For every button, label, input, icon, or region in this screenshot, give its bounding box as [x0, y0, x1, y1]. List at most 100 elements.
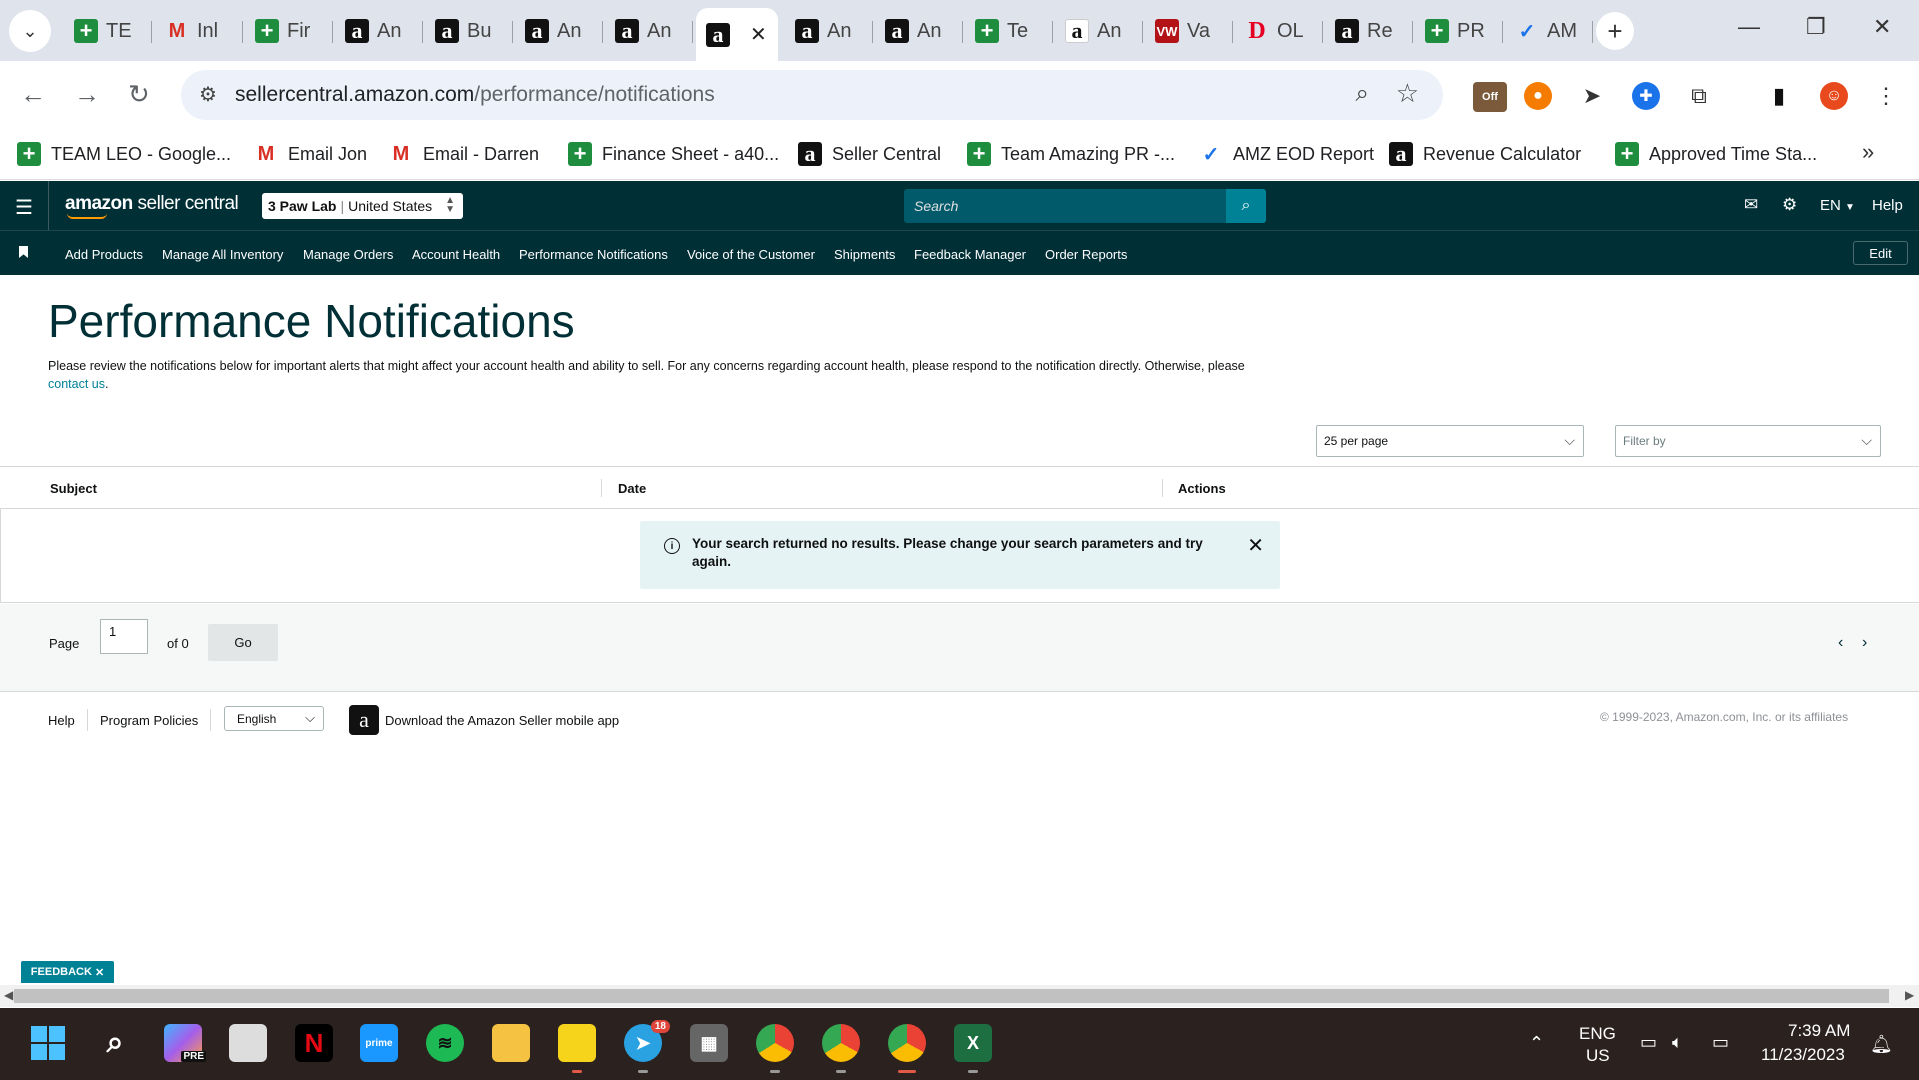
tab[interactable]: a An	[875, 8, 963, 54]
search-icon[interactable]: ⌕	[96, 1024, 134, 1062]
tab[interactable]: + Fir	[245, 8, 333, 54]
back-icon[interactable]: ←	[20, 79, 46, 110]
clock-time[interactable]: 7:39 AM	[1788, 1021, 1850, 1041]
chevron-left-icon[interactable]: ‹	[1838, 634, 1843, 652]
bookmark-item[interactable]: M Email - Darren	[389, 139, 539, 169]
horizontal-scrollbar[interactable]: ◀ ▶	[0, 985, 1919, 1007]
nav-add-products[interactable]: Add Products	[65, 247, 143, 262]
search-button[interactable]: ⌕	[1226, 189, 1266, 223]
hamburger-menu-icon[interactable]: ☰	[15, 195, 33, 220]
bookmark-icon[interactable]	[19, 246, 28, 258]
extension-blue-icon[interactable]: ✚	[1632, 82, 1660, 110]
zoom-icon[interactable]: ⌕	[1356, 80, 1369, 108]
tab-search-button[interactable]: ⌄	[9, 10, 51, 52]
filter-by-select[interactable]: Filter by ⌵	[1615, 425, 1881, 457]
page-number-input[interactable]: 1	[100, 619, 148, 654]
close-icon[interactable]: ✕	[1247, 533, 1264, 558]
tab[interactable]: D OL	[1235, 8, 1323, 54]
copilot-icon[interactable]: PRE	[164, 1024, 206, 1062]
tab[interactable]: a Re	[1325, 8, 1413, 54]
bookmark-item[interactable]: M Email Jon	[254, 139, 367, 169]
tab[interactable]: a Bu	[425, 8, 513, 54]
extension-off-icon[interactable]: Off	[1473, 82, 1507, 112]
extension-cursor-icon[interactable]: ➤	[1578, 82, 1606, 110]
footer-program-policies-link[interactable]: Program Policies	[100, 713, 198, 728]
close-icon[interactable]: ✕	[95, 966, 104, 979]
bookmark-item[interactable]: + TEAM LEO - Google...	[17, 139, 231, 169]
windows-start-icon[interactable]	[29, 1024, 67, 1062]
gear-icon[interactable]: ⚙	[1782, 195, 1797, 215]
site-settings-icon[interactable]: ⚙	[199, 82, 217, 107]
go-button[interactable]: Go	[208, 624, 278, 661]
input-language[interactable]: ENG	[1579, 1024, 1616, 1044]
calculator-icon[interactable]: ▦	[690, 1024, 728, 1062]
battery-icon[interactable]: ▭	[1712, 1032, 1729, 1053]
nav-account-health[interactable]: Account Health	[412, 247, 500, 262]
prime-video-icon[interactable]: prime	[360, 1024, 398, 1062]
spotify-icon[interactable]: ≋	[426, 1024, 464, 1062]
bookmark-item[interactable]: a Revenue Calculator	[1389, 139, 1581, 169]
contact-us-link[interactable]: contact us	[48, 377, 105, 391]
network-icon[interactable]: ▭	[1640, 1032, 1657, 1053]
extension-orange-icon[interactable]: ●	[1524, 82, 1552, 110]
notification-bell-icon[interactable]: 🔔︎	[1870, 1034, 1893, 1055]
bookmark-item[interactable]: + Finance Sheet - a40...	[568, 139, 779, 169]
tab[interactable]: a An	[335, 8, 423, 54]
excel-icon[interactable]: X	[954, 1024, 992, 1062]
chrome-icon[interactable]	[888, 1024, 926, 1062]
tab[interactable]: a An	[605, 8, 693, 54]
store-selector[interactable]: 3 Paw Lab | United States ▲ ▼	[262, 193, 463, 219]
tab[interactable]: + TE	[64, 8, 152, 54]
nav-order-reports[interactable]: Order Reports	[1045, 247, 1127, 262]
column-date[interactable]: Date	[618, 481, 646, 496]
tab[interactable]: a An	[785, 8, 873, 54]
scroll-left-icon[interactable]: ◀	[4, 988, 13, 1002]
download-app-link[interactable]: Download the Amazon Seller mobile app	[385, 713, 619, 728]
close-window-icon[interactable]: ✕	[1873, 14, 1891, 40]
tab[interactable]: + Te	[965, 8, 1053, 54]
tab[interactable]: VW Va	[1145, 8, 1233, 54]
nav-feedback-manager[interactable]: Feedback Manager	[914, 247, 1026, 262]
bookmark-star-icon[interactable]: ☆	[1396, 78, 1419, 109]
tab[interactable]: M Inl	[155, 8, 243, 54]
minimize-icon[interactable]: —	[1738, 14, 1760, 40]
chrome-icon[interactable]	[756, 1024, 794, 1062]
tab[interactable]: ✓ AM	[1505, 8, 1593, 54]
scrollbar-thumb[interactable]	[14, 989, 1889, 1003]
close-tab-icon[interactable]: ✕	[750, 22, 767, 47]
sticky-notes-icon[interactable]	[558, 1024, 596, 1062]
chrome-icon[interactable]	[822, 1024, 860, 1062]
column-subject[interactable]: Subject	[50, 481, 97, 496]
netflix-icon[interactable]: N	[295, 1024, 333, 1062]
language-menu[interactable]: EN ▼	[1820, 197, 1855, 214]
volume-icon[interactable]: 🔈︎	[1672, 1032, 1683, 1053]
search-input[interactable]	[904, 189, 1264, 223]
more-bookmarks-icon[interactable]: »	[1862, 139, 1874, 165]
url-text[interactable]: sellercentral.amazon.com/performance/not…	[235, 83, 715, 107]
bookmark-item[interactable]: + Team Amazing PR -...	[967, 139, 1175, 169]
file-explorer-icon[interactable]	[492, 1024, 530, 1062]
side-panel-icon[interactable]: ▮	[1765, 82, 1793, 110]
per-page-select[interactable]: 25 per page ⌵	[1316, 425, 1584, 457]
bookmark-item[interactable]: ✓ AMZ EOD Report	[1199, 139, 1374, 169]
chevron-right-icon[interactable]: ›	[1862, 634, 1867, 652]
nav-performance-notifications[interactable]: Performance Notifications	[519, 247, 668, 262]
tab-active[interactable]: a ✕	[696, 8, 778, 61]
restore-icon[interactable]: ❐	[1806, 14, 1826, 40]
nav-voice-of-the-customer[interactable]: Voice of the Customer	[687, 247, 815, 262]
tab[interactable]: a An	[1055, 8, 1143, 54]
bookmark-item[interactable]: a Seller Central	[798, 139, 941, 169]
bookmark-item[interactable]: + Approved Time Sta...	[1615, 139, 1817, 169]
new-tab-button[interactable]: +	[1596, 12, 1634, 50]
seller-central-logo[interactable]: amazon seller central	[65, 193, 239, 219]
extensions-puzzle-icon[interactable]: ⧉	[1685, 82, 1713, 110]
nav-shipments[interactable]: Shipments	[834, 247, 895, 262]
profile-avatar[interactable]: ☺	[1820, 82, 1848, 110]
scroll-right-icon[interactable]: ▶	[1905, 988, 1914, 1002]
amazon-app-icon[interactable]: a	[349, 705, 379, 735]
edit-nav-button[interactable]: Edit	[1853, 241, 1908, 265]
clock-date[interactable]: 11/23/2023	[1761, 1045, 1845, 1065]
telegram-icon[interactable]: ➤ 18	[624, 1020, 670, 1062]
browser-menu-icon[interactable]: ⋮	[1872, 82, 1900, 110]
footer-language-select[interactable]: English ⌵	[224, 706, 324, 731]
